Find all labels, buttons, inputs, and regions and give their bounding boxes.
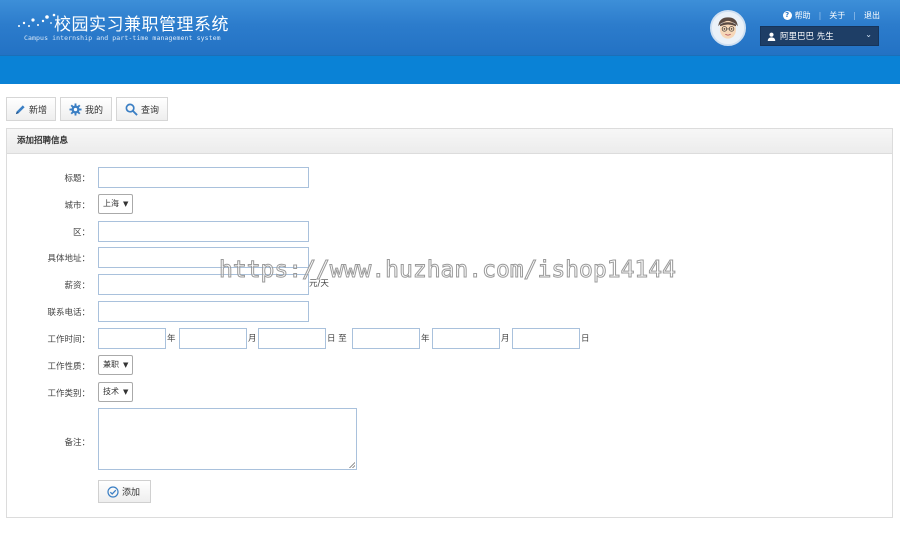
resize-grip-icon[interactable] [349, 462, 355, 468]
submit-button-label: 添加 [122, 488, 141, 498]
nature-label: 工作性质： [47, 362, 90, 372]
end-year-unit: 年 [421, 334, 430, 344]
nature-select-value: 兼职 [103, 360, 119, 369]
title-label: 标题： [64, 174, 90, 184]
toolbar: 新增 我的 查询 [6, 97, 172, 121]
panel-title: 添加招聘信息 [7, 129, 892, 154]
user-avatar-icon [712, 12, 744, 44]
mine-button-label: 我的 [85, 105, 104, 116]
submit-button[interactable]: 添加 [98, 480, 152, 503]
nav-band [0, 55, 900, 84]
start-year-unit: 年 [167, 334, 176, 344]
mine-button[interactable]: 我的 [60, 97, 113, 121]
help-icon: ? [782, 11, 792, 20]
logout-link[interactable]: 退出 [864, 10, 880, 21]
search-icon [125, 103, 138, 116]
avatar[interactable] [710, 10, 746, 46]
dropdown-arrow-icon: ▼ [123, 388, 129, 396]
address-label: 具体地址： [47, 254, 90, 264]
query-button-label: 查询 [141, 105, 160, 116]
phone-input[interactable] [98, 301, 309, 322]
new-button[interactable]: 新增 [6, 97, 57, 121]
pencil-icon [15, 104, 25, 114]
remark-textarea[interactable] [98, 408, 357, 470]
category-select-value: 技术 [103, 387, 119, 396]
city-select[interactable]: 上海 ▼ [98, 194, 134, 214]
app-subtitle: Campus internship and part-time manageme… [24, 34, 221, 42]
title-input[interactable] [98, 167, 309, 188]
check-circle-icon [107, 485, 119, 498]
app-title: 校园实习兼职管理系统 [54, 15, 229, 35]
category-select[interactable]: 技术 ▼ [98, 382, 134, 402]
new-button-label: 新增 [29, 105, 48, 116]
dropdown-arrow-icon: ▼ [123, 200, 129, 208]
start-day-to-unit: 日 至 [327, 334, 347, 344]
user-name: 阿里巴巴 先生 [780, 32, 834, 42]
user-menu[interactable]: 阿里巴巴 先生 ⌄ [760, 26, 879, 46]
start-year-input[interactable] [98, 328, 166, 349]
user-icon [767, 32, 776, 41]
remark-label: 备注： [64, 438, 90, 448]
end-day-input[interactable] [512, 328, 580, 349]
city-select-value: 上海 [103, 199, 119, 208]
link-divider: | [853, 11, 856, 20]
salary-label: 薪资： [64, 281, 90, 291]
query-button[interactable]: 查询 [116, 97, 169, 121]
category-label: 工作类别： [47, 389, 90, 399]
start-month-input[interactable] [179, 328, 247, 349]
stars-logo-icon [18, 13, 56, 27]
district-input[interactable] [98, 221, 309, 242]
help-link[interactable]: 帮助 [795, 10, 811, 21]
end-year-input[interactable] [352, 328, 420, 349]
start-month-unit: 月 [248, 334, 257, 344]
gear-icon [69, 102, 82, 116]
city-label: 城市： [64, 201, 90, 211]
phone-label: 联系电话： [47, 308, 90, 318]
end-month-unit: 月 [501, 334, 510, 344]
end-day-unit: 日 [581, 334, 590, 344]
district-label: 区： [72, 228, 90, 238]
link-divider: | [818, 11, 822, 20]
chevron-down-icon: ⌄ [865, 30, 872, 39]
app-header: 校园实习兼职管理系统 Campus internship and part-ti… [0, 0, 900, 55]
worktime-label: 工作时间： [47, 335, 90, 345]
about-link[interactable]: 关于 [829, 10, 845, 21]
dropdown-arrow-icon: ▼ [123, 361, 129, 369]
start-day-input[interactable] [258, 328, 326, 349]
top-links: ? 帮助 | 关于 | 退出 [782, 10, 880, 21]
end-month-input[interactable] [432, 328, 500, 349]
nature-select[interactable]: 兼职 ▼ [98, 355, 134, 375]
watermark: https://www.huzhan.com/ishop14144 [219, 257, 677, 284]
